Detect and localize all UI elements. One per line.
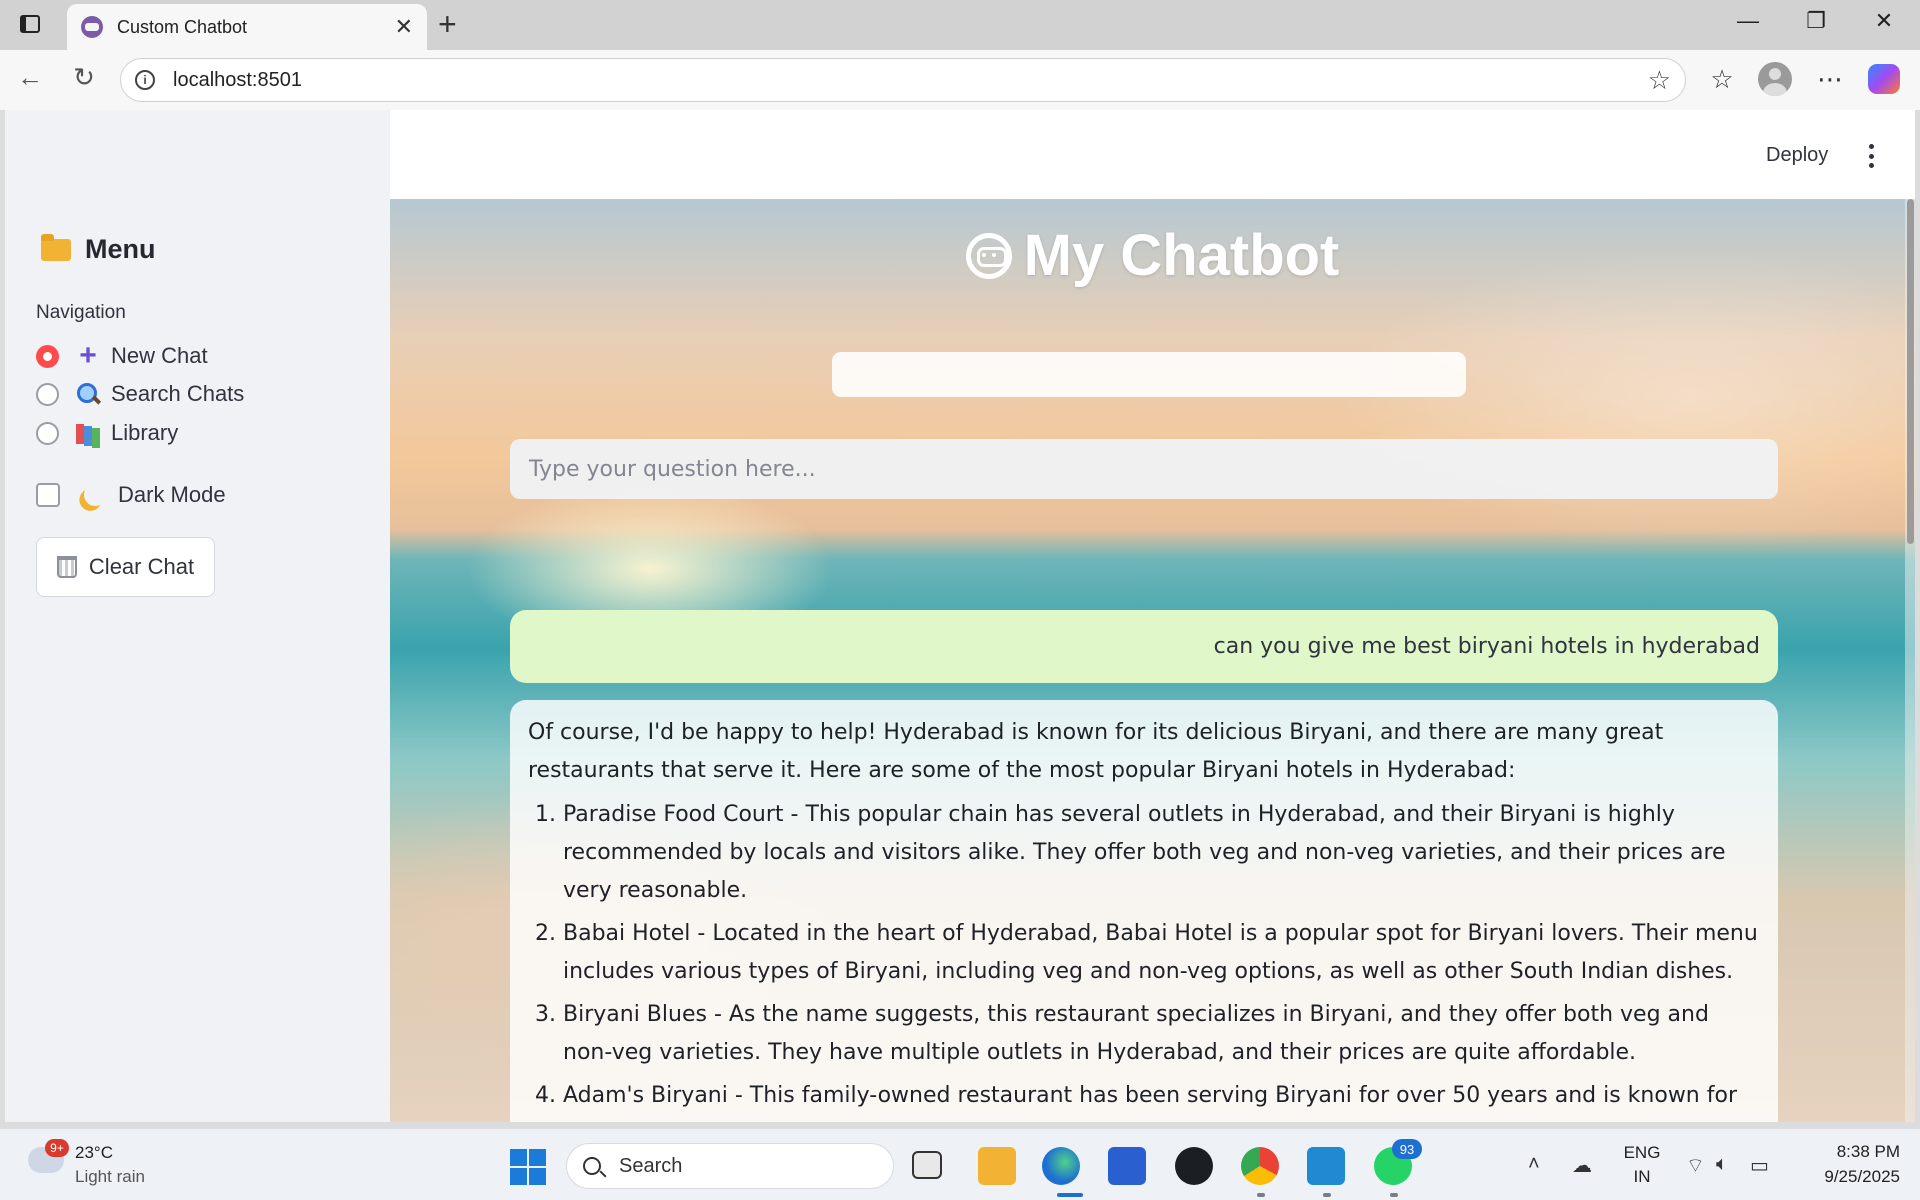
- radio-new-chat[interactable]: + New Chat: [36, 339, 208, 372]
- github-icon[interactable]: [1175, 1147, 1213, 1185]
- list-item: Adam's Biryani - This family-owned resta…: [563, 1077, 1760, 1122]
- taskbar: 9+ 23°C Light rain Search 93 ˄ ☁ ENG IN …: [0, 1128, 1920, 1200]
- wastebasket-icon: [56, 556, 77, 578]
- robot-face-icon: [965, 232, 1012, 279]
- file-explorer-icon[interactable]: [978, 1147, 1016, 1185]
- clock-time[interactable]: 8:38 PM: [1800, 1142, 1900, 1162]
- tab-title: Custom Chatbot: [117, 16, 248, 37]
- moon-icon: [81, 481, 109, 509]
- dark-mode-checkbox[interactable]: [36, 483, 60, 507]
- task-view-icon[interactable]: [912, 1151, 942, 1179]
- radio-label: Library: [111, 420, 179, 445]
- tab-favicon-icon: [81, 16, 103, 38]
- restore-icon[interactable]: ❐: [1796, 8, 1836, 34]
- language-code[interactable]: ENG: [1620, 1143, 1664, 1163]
- deploy-button[interactable]: Deploy: [1766, 144, 1828, 167]
- books-icon: [75, 421, 101, 445]
- radio-selected-icon[interactable]: [36, 344, 59, 368]
- taskbar-search[interactable]: Search: [566, 1143, 894, 1189]
- page-title-text: My Chatbot: [1023, 223, 1340, 288]
- user-message-bubble: can you give me best biryani hotels in h…: [510, 610, 1778, 683]
- more-options-icon[interactable]: ⋯: [1812, 64, 1848, 95]
- radio-unselected-icon[interactable]: [36, 421, 59, 445]
- windows-start-icon[interactable]: [510, 1149, 546, 1185]
- main-menu-icon[interactable]: [1867, 144, 1875, 168]
- bot-intro-text: Of course, I'd be happy to help! Hyderab…: [528, 720, 1664, 783]
- hidden-icons-chevron-icon[interactable]: ˄: [1528, 1153, 1540, 1176]
- radio-unselected-icon[interactable]: [36, 382, 59, 406]
- window-close-icon[interactable]: ✕: [1864, 8, 1904, 34]
- main-area: Deploy My Chatbot Type your question her…: [390, 110, 1915, 1122]
- microsoft-store-icon[interactable]: [1108, 1147, 1146, 1185]
- plus-icon: +: [79, 339, 97, 372]
- page-title: My Chatbot: [390, 222, 1915, 289]
- streamlit-app: Menu Navigation + New Chat Search Chats …: [5, 110, 1915, 1122]
- browser-tab-bar: Custom Chatbot ✕ + — ❐ ✕: [0, 0, 1920, 50]
- sidebar: Menu Navigation + New Chat Search Chats …: [5, 110, 390, 1122]
- whatsapp-badge: 93: [1392, 1139, 1422, 1159]
- running-app-indicator: [1257, 1193, 1265, 1197]
- active-app-indicator: [1057, 1193, 1083, 1197]
- magnifier-icon: [75, 382, 101, 406]
- user-message-text: can you give me best biryani hotels in h…: [1213, 634, 1760, 659]
- navigation-label: Navigation: [36, 302, 126, 323]
- reload-icon[interactable]: ↻: [66, 62, 102, 93]
- list-item: Paradise Food Court - This popular chain…: [563, 796, 1760, 910]
- clear-chat-label: Clear Chat: [88, 554, 195, 579]
- site-info-icon[interactable]: i: [135, 70, 155, 90]
- copilot-icon[interactable]: [1868, 64, 1900, 94]
- question-input[interactable]: Type your question here...: [510, 439, 1778, 499]
- menu-title-text: Menu: [85, 234, 156, 264]
- running-app-indicator: [1323, 1193, 1331, 1197]
- minimize-icon[interactable]: —: [1728, 8, 1768, 34]
- onedrive-cloud-icon[interactable]: ☁: [1572, 1153, 1592, 1178]
- new-tab-icon[interactable]: +: [438, 6, 457, 42]
- profile-avatar-icon[interactable]: [1758, 62, 1792, 96]
- search-icon: [583, 1157, 601, 1175]
- tab-close-icon[interactable]: ✕: [395, 14, 413, 40]
- back-icon[interactable]: ←: [12, 62, 48, 93]
- dark-mode-label: Dark Mode: [118, 482, 226, 507]
- browser-tab[interactable]: Custom Chatbot ✕: [67, 4, 427, 50]
- favorite-star-icon[interactable]: ☆: [1648, 65, 1671, 96]
- volume-icon[interactable]: 🔈︎: [1716, 1153, 1728, 1176]
- list-item: Babai Hotel - Located in the heart of Hy…: [563, 915, 1760, 991]
- taskbar-search-label: Search: [619, 1154, 683, 1177]
- edge-browser-icon[interactable]: [1042, 1147, 1080, 1185]
- weather-badge: 9+: [45, 1139, 69, 1157]
- dark-mode-toggle[interactable]: Dark Mode: [36, 482, 226, 508]
- vscode-icon[interactable]: [1307, 1147, 1345, 1185]
- url-field[interactable]: i localhost:8501 ☆: [120, 58, 1686, 102]
- radio-label: New Chat: [111, 343, 208, 368]
- address-bar-row: ← ↻ i localhost:8501 ☆ ☆ ⋯: [0, 50, 1920, 110]
- bot-list: Paradise Food Court - This popular chain…: [528, 796, 1760, 1122]
- battery-icon[interactable]: ▭: [1750, 1153, 1769, 1178]
- temperature[interactable]: 23°C: [75, 1143, 113, 1163]
- folder-icon: [41, 233, 71, 261]
- menu-title: Menu: [41, 233, 156, 265]
- tab-actions-icon[interactable]: [14, 10, 46, 38]
- language-region[interactable]: IN: [1620, 1167, 1664, 1187]
- clock-date[interactable]: 9/25/2025: [1800, 1167, 1900, 1187]
- clear-chat-button[interactable]: Clear Chat: [36, 537, 215, 597]
- url-text: localhost:8501: [173, 68, 302, 91]
- bot-message-bubble: Of course, I'd be happy to help! Hyderab…: [510, 700, 1778, 1122]
- blank-text-box: [832, 352, 1466, 397]
- weather-condition[interactable]: Light rain: [75, 1167, 145, 1187]
- list-item: Biryani Blues - As the name suggests, th…: [563, 996, 1760, 1072]
- favorites-icon[interactable]: ☆: [1704, 64, 1740, 95]
- wifi-icon[interactable]: ⌔: [1686, 1153, 1705, 1178]
- chrome-icon[interactable]: [1241, 1147, 1279, 1185]
- radio-search-chats[interactable]: Search Chats: [36, 381, 244, 407]
- radio-library[interactable]: Library: [36, 420, 178, 446]
- app-header: Deploy: [390, 110, 1915, 199]
- running-app-indicator: [1390, 1193, 1398, 1197]
- radio-label: Search Chats: [111, 381, 245, 406]
